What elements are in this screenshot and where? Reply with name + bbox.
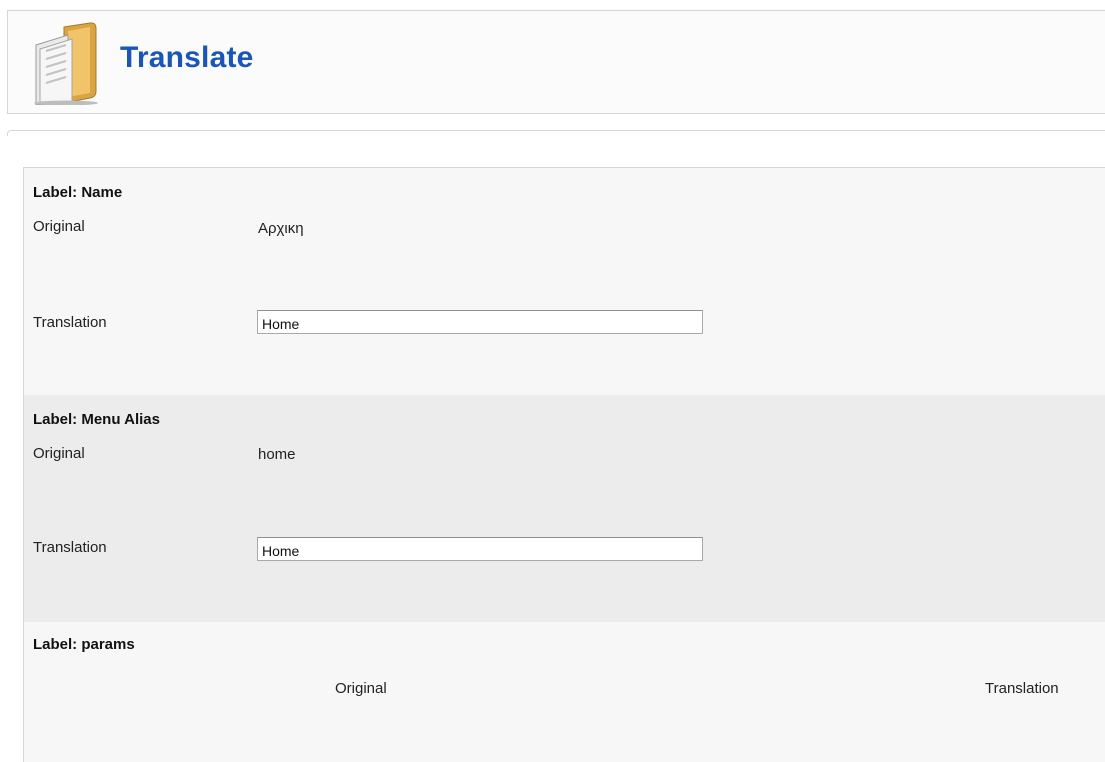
page-header: Translate bbox=[7, 10, 1105, 114]
translate-page: Translate Label: Name Original Αρχικη Tr… bbox=[0, 0, 1105, 762]
page-title: Translate bbox=[120, 41, 254, 74]
translation-form: Label: Name Original Αρχικη Translation … bbox=[23, 167, 1105, 762]
section-label-name: Label: Name bbox=[33, 184, 123, 201]
params-original-header: Original bbox=[335, 680, 387, 697]
original-value: Αρχικη bbox=[258, 220, 304, 237]
menu-alias-translation-input[interactable] bbox=[257, 537, 703, 561]
section-params: Label: params Original Translation bbox=[24, 622, 1105, 762]
name-translation-input[interactable] bbox=[257, 310, 703, 334]
section-label-params: Label: params bbox=[33, 636, 135, 653]
translation-label: Translation bbox=[33, 539, 107, 556]
params-translation-header: Translation bbox=[985, 680, 1059, 697]
header-separator bbox=[7, 130, 1105, 136]
folder-document-icon bbox=[34, 22, 98, 105]
translation-label: Translation bbox=[33, 314, 107, 331]
section-menu-alias: Label: Menu Alias Original home Translat… bbox=[24, 395, 1105, 622]
original-label: Original bbox=[33, 218, 85, 235]
original-value: home bbox=[258, 446, 296, 463]
section-name: Label: Name Original Αρχικη Translation bbox=[24, 168, 1105, 395]
section-label-menu-alias: Label: Menu Alias bbox=[33, 411, 160, 428]
original-label: Original bbox=[33, 445, 85, 462]
